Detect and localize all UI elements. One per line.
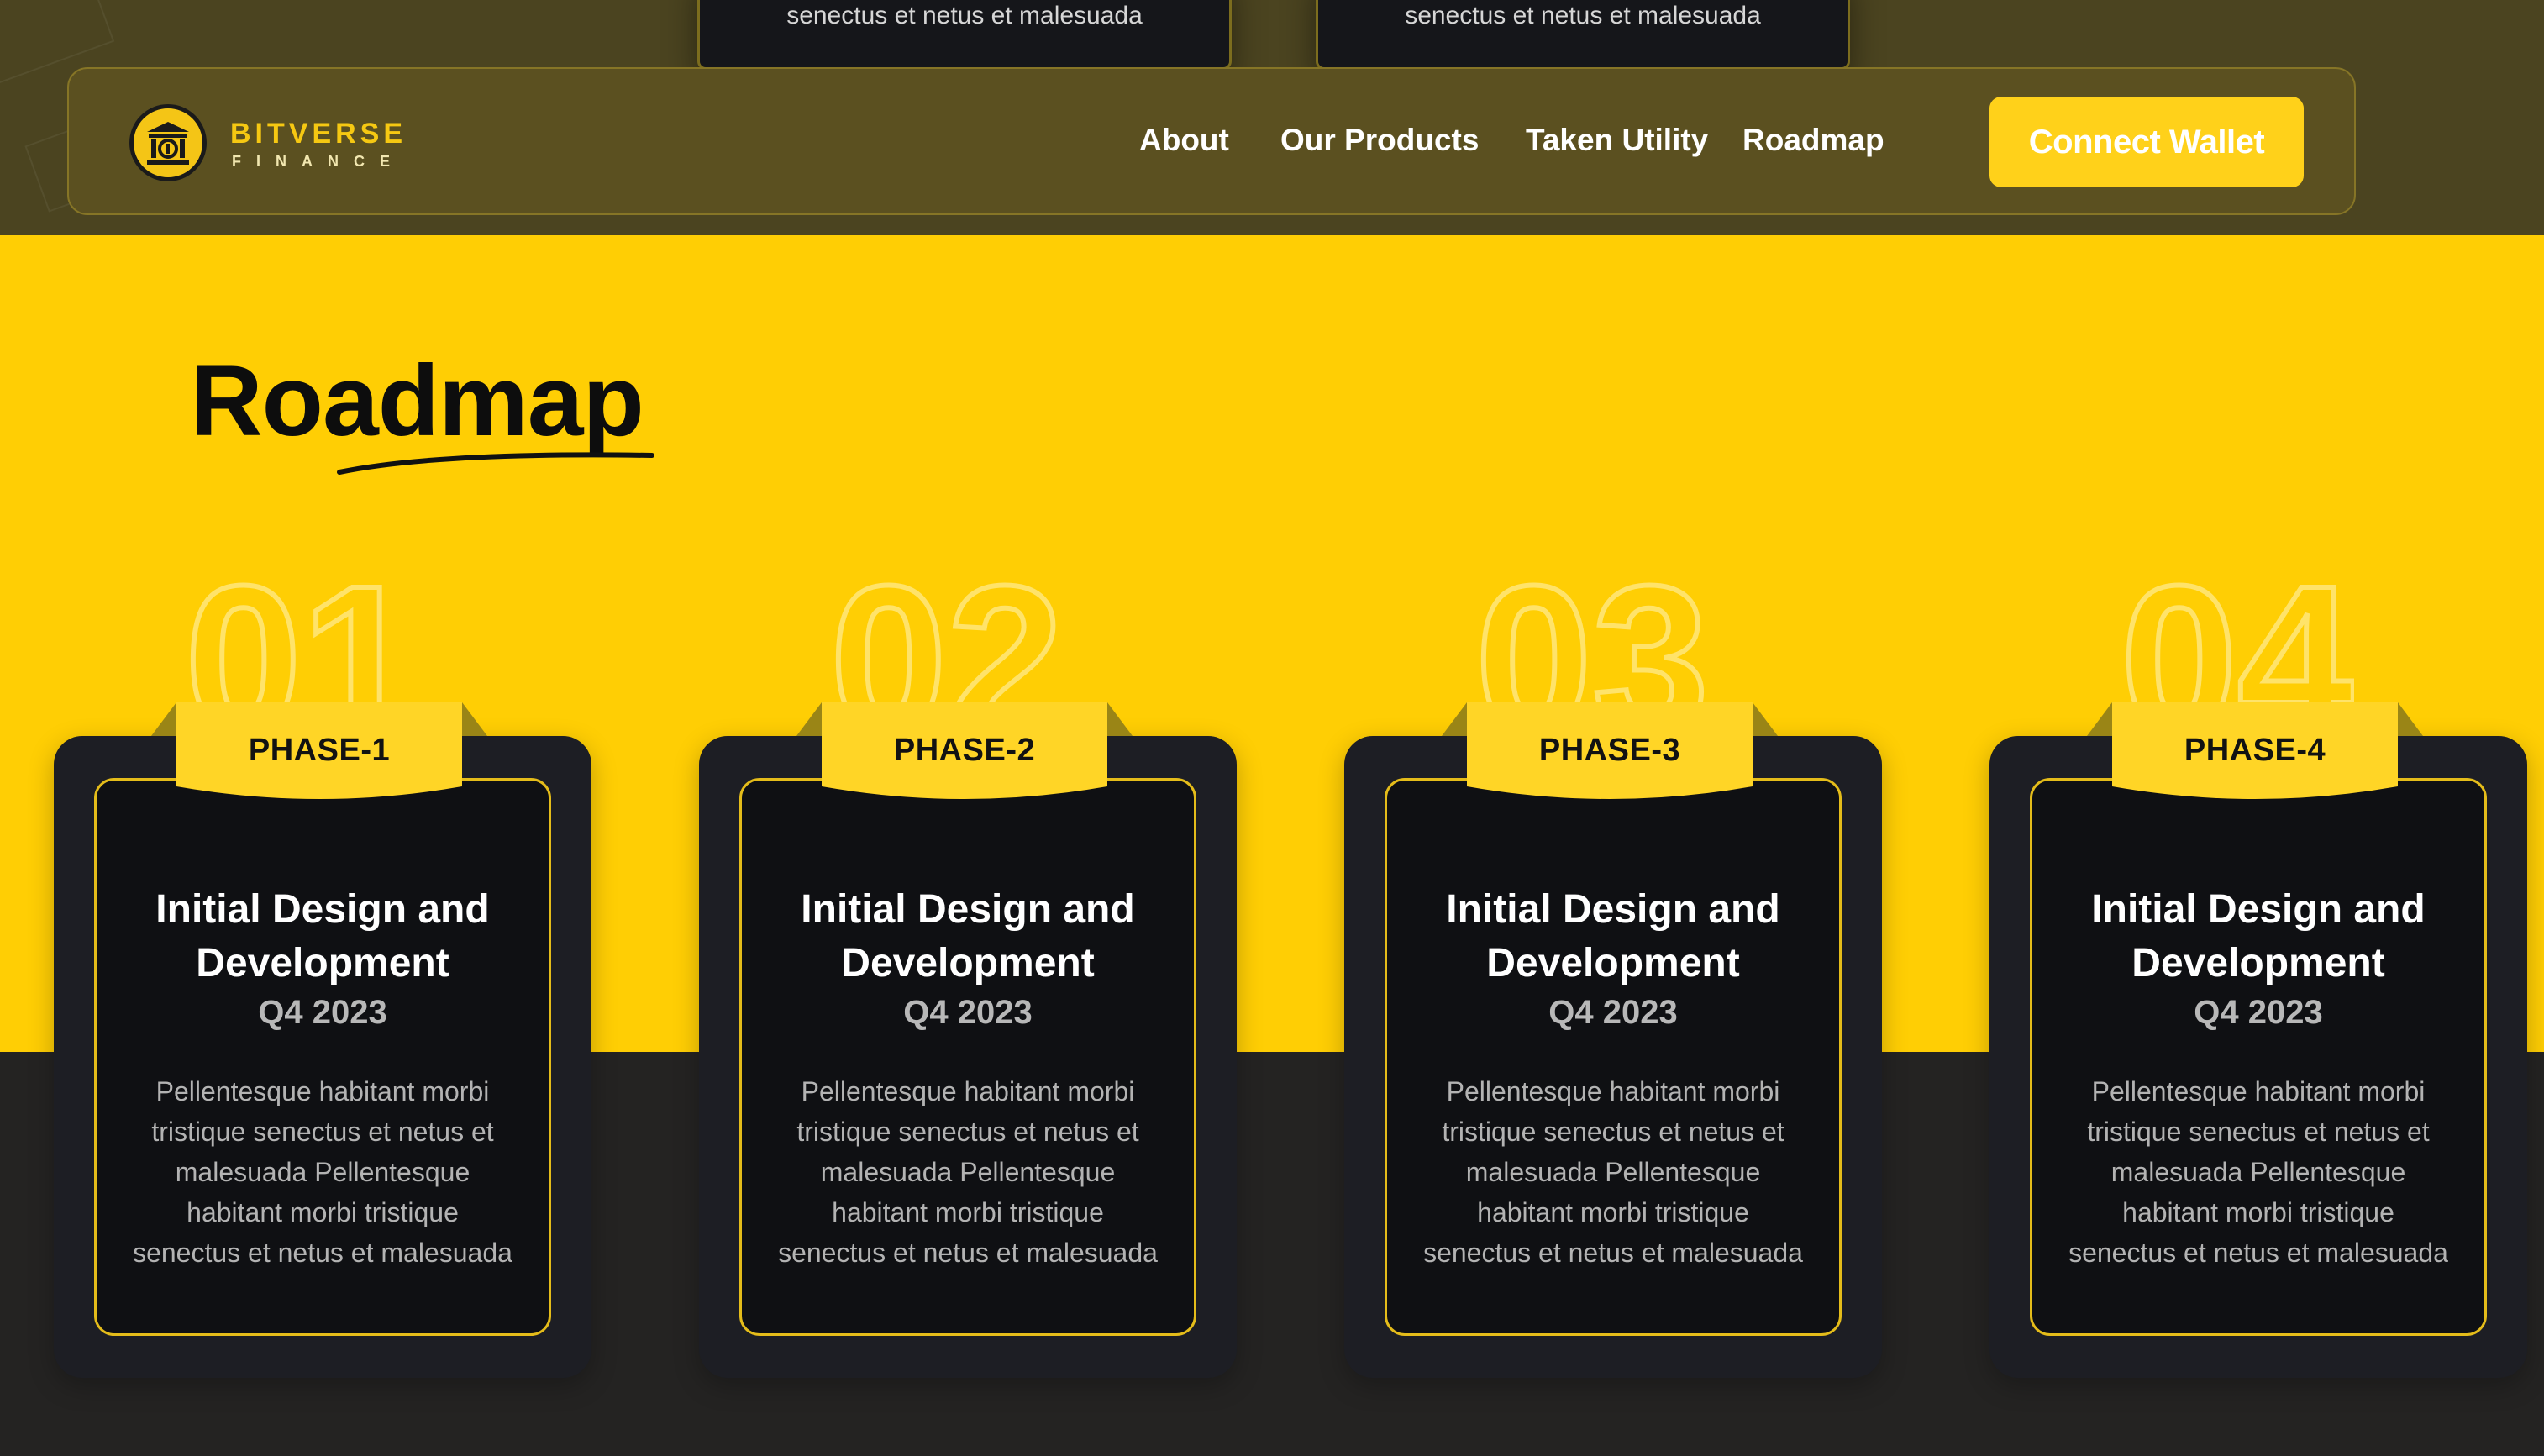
- brand-subtitle: FINANCE: [232, 153, 405, 170]
- phase-label: PHASE-2: [893, 733, 1036, 768]
- nav-link-about[interactable]: About: [1139, 123, 1229, 158]
- card-description: Pellentesque habitant morbi tristique se…: [778, 1076, 1158, 1268]
- card-title: Initial Design and Development: [2091, 887, 2426, 986]
- bank-building-icon[interactable]: [129, 104, 207, 181]
- card-title: Initial Design and Development: [1446, 887, 1780, 986]
- brand-name: BITVERSE: [230, 118, 407, 150]
- phase-number: 04: [2121, 555, 2355, 702]
- nav-link-our-products[interactable]: Our Products: [1280, 123, 1479, 158]
- phase-number: 01: [185, 555, 419, 702]
- previous-section-card: senectus et netus et malesuada: [697, 0, 1232, 70]
- card-description: Pellentesque habitant morbi tristique se…: [2068, 1076, 2448, 1268]
- phase-card-inner: Initial Design and Development Q4 2023 P…: [1385, 778, 1842, 1336]
- card-title: Initial Design and Development: [155, 887, 490, 986]
- navbar: BITVERSE FINANCE About Our Products Take…: [67, 67, 2356, 215]
- phase-tab: PHASE-3: [1442, 702, 1778, 802]
- phase-number: 02: [830, 555, 1064, 702]
- connect-wallet-button[interactable]: Connect Wallet: [1989, 97, 2304, 187]
- nav-link-roadmap[interactable]: Roadmap: [1742, 123, 1884, 158]
- phase-number: 03: [1475, 555, 1710, 702]
- phase-card: Initial Design and Development Q4 2023 P…: [699, 702, 1237, 1378]
- section-title: Roadmap: [190, 344, 644, 457]
- card-description: Pellentesque habitant morbi tristique se…: [133, 1076, 512, 1268]
- phase-card: Initial Design and Development Q4 2023 P…: [54, 702, 591, 1378]
- card-date: Q4 2023: [258, 994, 387, 1031]
- card-date: Q4 2023: [1548, 994, 1678, 1031]
- previous-card-text: senectus et netus et malesuada: [1405, 2, 1761, 29]
- phase-label: PHASE-4: [2184, 733, 2326, 768]
- phase-tab: PHASE-4: [2087, 702, 2423, 802]
- phase-label: PHASE-1: [248, 733, 391, 768]
- phase-card: Initial Design and Development Q4 2023 P…: [1344, 702, 1882, 1378]
- card-description: Pellentesque habitant morbi tristique se…: [1423, 1076, 1803, 1268]
- card-date: Q4 2023: [2194, 994, 2323, 1031]
- phase-card-inner: Initial Design and Development Q4 2023 P…: [2030, 778, 2487, 1336]
- card-title: Initial Design and Development: [801, 887, 1135, 986]
- card-date: Q4 2023: [903, 994, 1033, 1031]
- phase-tab: PHASE-1: [151, 702, 487, 802]
- bank-building-icon-graphic: [147, 122, 189, 165]
- phase-card: Initial Design and Development Q4 2023 P…: [1989, 702, 2527, 1378]
- title-underline-decoration: [337, 452, 654, 475]
- previous-card-text: senectus et netus et malesuada: [786, 2, 1143, 29]
- phase-tab: PHASE-2: [796, 702, 1133, 802]
- nav-link-taken-utility[interactable]: Taken Utility: [1526, 123, 1708, 158]
- phase-card-inner: Initial Design and Development Q4 2023 P…: [739, 778, 1196, 1336]
- phase-label: PHASE-3: [1538, 733, 1681, 768]
- previous-section-card: senectus et netus et malesuada: [1316, 0, 1850, 70]
- phase-card-inner: Initial Design and Development Q4 2023 P…: [94, 778, 551, 1336]
